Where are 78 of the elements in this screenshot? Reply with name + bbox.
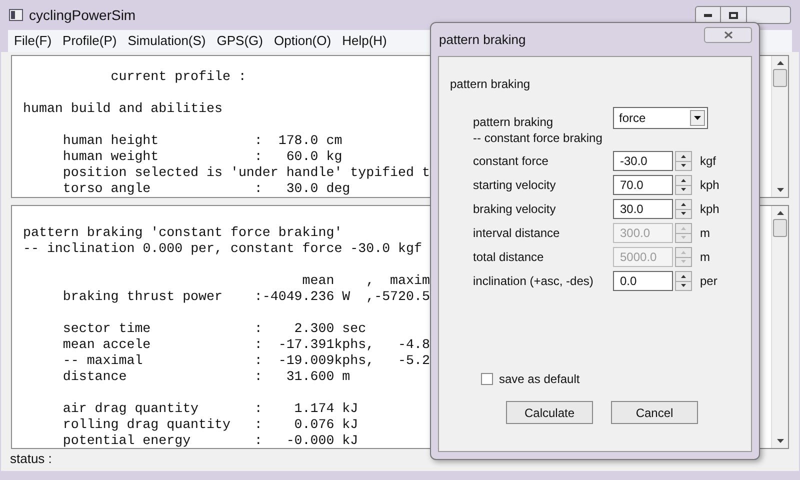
menu-item[interactable]: GPS(G) xyxy=(216,31,263,51)
output-line: mean accele : -17.391kphs, -4.8 xyxy=(62,337,430,352)
scroll-up-icon[interactable] xyxy=(776,61,784,65)
scroll-thumb[interactable] xyxy=(773,219,787,237)
scroll-down-icon[interactable] xyxy=(776,188,784,192)
scrollbar[interactable] xyxy=(771,56,788,197)
menu-item[interactable]: Simulation(S) xyxy=(128,31,206,51)
up-arrow-icon xyxy=(681,226,686,230)
field-label: constant force xyxy=(473,153,550,170)
dialog-button[interactable]: Cancel xyxy=(611,401,698,424)
field-label: inclination (+asc, -des) xyxy=(473,273,594,290)
unit-label: m xyxy=(700,249,710,266)
field-label: pattern braking xyxy=(473,114,554,131)
window-title: cyclingPowerSim xyxy=(29,6,136,25)
pattern-note: -- constant force braking xyxy=(473,130,604,147)
close-icon xyxy=(724,31,732,39)
up-arrow-icon xyxy=(681,250,686,254)
output-line: current profile : xyxy=(110,69,246,84)
field-label: interval distance xyxy=(473,225,561,242)
menu-item[interactable]: Option(O) xyxy=(274,31,332,51)
down-arrow-icon xyxy=(681,236,686,240)
output-line: -- inclination 0.000 per, constant force -30.0 kgf xyxy=(23,241,422,256)
spin-buttons[interactable] xyxy=(675,271,692,291)
field-label: starting velocity xyxy=(473,177,557,194)
number-field[interactable]: 70.0 xyxy=(613,175,673,195)
down-arrow-icon xyxy=(681,188,686,192)
unit-label: kph xyxy=(700,177,720,194)
unit-label: kph xyxy=(700,201,720,218)
checkbox[interactable] xyxy=(481,373,493,385)
output-line: torso angle : 30.0 deg xyxy=(62,181,350,196)
down-arrow-icon xyxy=(681,164,686,168)
output-line: braking thrust power :-4049.236 W ,-5720.5 xyxy=(62,289,430,304)
menu-item[interactable]: Help(H) xyxy=(342,31,387,51)
up-arrow-icon xyxy=(681,202,686,206)
checkbox-label: save as default xyxy=(499,371,580,388)
unit-label: kgf xyxy=(700,153,716,170)
dialog-button[interactable]: Calculate xyxy=(506,401,593,424)
status-text: status : xyxy=(10,450,52,468)
output-line: rolling drag quantity : 0.076 kJ xyxy=(62,417,358,432)
output-line: position selected is 'under handle' typified t xyxy=(62,165,430,180)
number-field[interactable]: 30.0 xyxy=(613,199,673,219)
scrollbar[interactable] xyxy=(771,206,788,448)
up-arrow-icon xyxy=(681,274,686,278)
output-line: mean , maxim xyxy=(302,273,430,288)
down-arrow-icon xyxy=(681,212,686,216)
dialog-title: pattern braking xyxy=(438,30,526,49)
unit-label: per xyxy=(700,273,718,290)
close-button[interactable] xyxy=(704,27,752,43)
spin-buttons[interactable] xyxy=(675,151,692,171)
output-line: -- maximal : -19.009kphs, -5.2 xyxy=(62,353,430,368)
group-label: pattern braking xyxy=(450,76,532,93)
spin-buttons[interactable] xyxy=(675,199,692,219)
down-arrow-icon xyxy=(681,284,686,288)
number-field[interactable]: -30.0 xyxy=(613,151,673,171)
output-line: human weight : 60.0 kg xyxy=(62,149,342,164)
down-arrow-icon xyxy=(681,260,686,264)
output-line: distance : 31.600 m xyxy=(62,369,350,384)
scroll-thumb[interactable] xyxy=(773,69,787,87)
output-line: sector time : 2.300 sec xyxy=(62,321,366,336)
app-icon xyxy=(9,9,23,21)
unit-label: m xyxy=(700,225,710,242)
field-label: total distance xyxy=(473,249,545,266)
output-line: human build and abilities xyxy=(23,101,222,116)
caret-icon xyxy=(694,116,701,120)
output-line: pattern braking 'constant force braking' xyxy=(23,225,342,240)
output-line: human height : 178.0 cm xyxy=(62,133,342,148)
output-line: potential energy : -0.000 kJ xyxy=(62,433,358,448)
output-line: air drag quantity : 1.174 kJ xyxy=(62,401,358,416)
up-arrow-icon xyxy=(681,178,686,182)
scroll-down-icon[interactable] xyxy=(776,439,784,443)
pattern-dropdown[interactable]: force xyxy=(613,107,708,129)
menu-item[interactable]: Profile(P) xyxy=(62,31,117,51)
up-arrow-icon xyxy=(681,154,686,158)
spin-buttons[interactable] xyxy=(675,175,692,195)
scroll-up-icon[interactable] xyxy=(776,211,784,215)
field-label: braking velocity xyxy=(473,201,557,218)
number-field[interactable]: 0.0 xyxy=(613,271,673,291)
menu-item[interactable]: File(F) xyxy=(14,31,52,51)
